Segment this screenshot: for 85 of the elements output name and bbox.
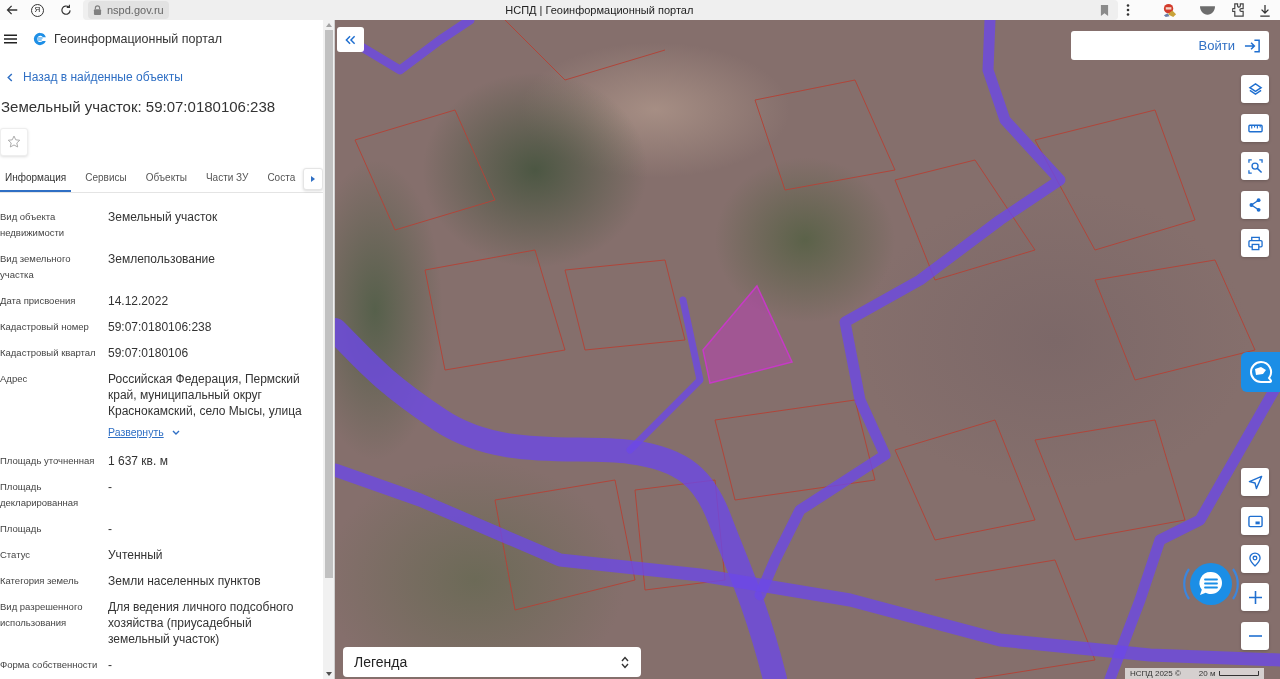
double-chevron-left-icon — [345, 34, 356, 45]
tab[interactable]: Части ЗУ — [200, 165, 254, 192]
property-value: 14.12.2022 — [108, 293, 170, 309]
reload-icon[interactable] — [60, 4, 72, 16]
attribution-text: НСПД 2025 © — [1130, 668, 1181, 679]
collapse-panel-button[interactable] — [337, 27, 364, 52]
back-link[interactable]: Назад в найденные объекты — [0, 69, 323, 85]
property-value: - — [108, 479, 113, 495]
locate-button[interactable] — [1241, 468, 1269, 496]
url-chip[interactable]: nspd.gov.ru — [88, 1, 169, 19]
zoom-out-button[interactable] — [1241, 622, 1269, 650]
property-value: Учтенный — [108, 547, 164, 563]
property-label: Статус — [0, 548, 32, 562]
tabs-scroll-button[interactable] — [303, 167, 323, 190]
property-label: Дата присвоения — [0, 294, 77, 308]
minimap-button[interactable] — [1241, 507, 1269, 535]
lock-icon — [93, 5, 102, 15]
property-label: Форма собственности — [0, 658, 99, 672]
property-label: Площадь декларированная — [0, 480, 80, 510]
round-emblem-icon[interactable] — [1162, 2, 1177, 18]
more-menu-icon[interactable] — [1126, 4, 1130, 16]
chat-bubble-icon — [1248, 360, 1273, 384]
property-value: Земельный участок — [108, 209, 219, 225]
property-value: - — [108, 657, 113, 673]
share-icon — [1249, 197, 1261, 213]
property-label: Площадь уточненная — [0, 454, 96, 468]
target-button[interactable] — [1241, 545, 1269, 573]
property-label: Вид объекта недвижимости — [0, 210, 66, 240]
target-pin-icon — [1249, 551, 1261, 567]
app-title: Геоинформационный портал — [54, 30, 223, 48]
tab[interactable]: Информация — [0, 165, 72, 192]
print-button[interactable] — [1241, 229, 1269, 257]
legend-dropdown[interactable]: Легенда — [343, 647, 641, 677]
property-value: Земли населенных пунктов — [108, 573, 262, 589]
property-label: Кадастровый квартал — [0, 346, 97, 360]
property-label: Вид разрешенного использования — [0, 600, 84, 630]
print-icon — [1247, 235, 1263, 251]
updown-chevron-icon — [621, 655, 629, 669]
property-value: Землепользование — [108, 251, 216, 267]
property-label: Кадастровый номер — [0, 320, 90, 334]
property-value: 1 637 кв. м — [108, 453, 169, 469]
scrollbar-thumb[interactable] — [324, 30, 333, 578]
back-arrow-icon[interactable] — [6, 4, 18, 16]
ruler-button[interactable] — [1241, 114, 1269, 142]
expand-link[interactable]: Развернуть — [108, 424, 180, 440]
property-label: Категория земель — [0, 574, 80, 588]
side-widget-button[interactable] — [1241, 352, 1280, 392]
zoom-in-button[interactable] — [1241, 583, 1269, 611]
plus-icon — [1248, 590, 1262, 604]
property-value: 59:07:0180106 — [108, 345, 190, 361]
property-value: - — [108, 521, 113, 537]
download-icon[interactable] — [1259, 3, 1271, 17]
tab[interactable]: Соста — [262, 165, 301, 192]
window-icon — [1247, 514, 1263, 528]
ruler-icon — [1247, 123, 1263, 133]
minus-icon — [1248, 635, 1262, 637]
property-label: Площадь — [0, 522, 43, 536]
property-label: Адрес — [0, 372, 29, 386]
tab[interactable]: Объекты — [140, 165, 192, 192]
area-search-icon — [1247, 158, 1263, 174]
sign-in-icon — [1244, 38, 1261, 53]
puzzle-icon[interactable] — [1232, 3, 1245, 17]
area-search-button[interactable] — [1241, 152, 1269, 180]
logo-icon — [33, 32, 47, 46]
address-bar[interactable]: nspd.gov.ru НСПД | Геоинформационный портал — [83, 0, 1118, 20]
bookmark-icon[interactable] — [1100, 4, 1109, 16]
menu-icon[interactable] — [4, 34, 17, 44]
caret-right-icon — [311, 175, 316, 182]
property-value: Для ведения личного подсобного хозяйства (приусадебный земельный участок) — [108, 599, 295, 647]
tab[interactable]: Сервисы — [80, 165, 132, 192]
share-button[interactable] — [1241, 191, 1269, 219]
scale-label: 20 м — [1198, 668, 1216, 679]
navigation-arrow-icon — [1247, 474, 1263, 490]
object-heading: Земельный участок: 59:07:0180106:238 — [0, 97, 277, 117]
login-button[interactable]: Войти — [1071, 31, 1269, 60]
chevron-left-icon — [7, 72, 13, 82]
page-title: НСПД | Геоинформационный портал — [504, 2, 695, 18]
layers-icon — [1247, 81, 1263, 97]
layers-button[interactable] — [1241, 75, 1269, 103]
property-label: Вид земельного участка — [0, 252, 72, 282]
chevron-down-icon — [171, 429, 180, 435]
property-value: Российская Федерация, Пермский край, муниципальный округ Краснокамский, село Мысы, улица — [108, 371, 303, 419]
star-icon — [7, 135, 21, 149]
property-value: 59:07:0180106:238 — [108, 319, 213, 335]
scale-bar-icon — [1219, 671, 1260, 676]
